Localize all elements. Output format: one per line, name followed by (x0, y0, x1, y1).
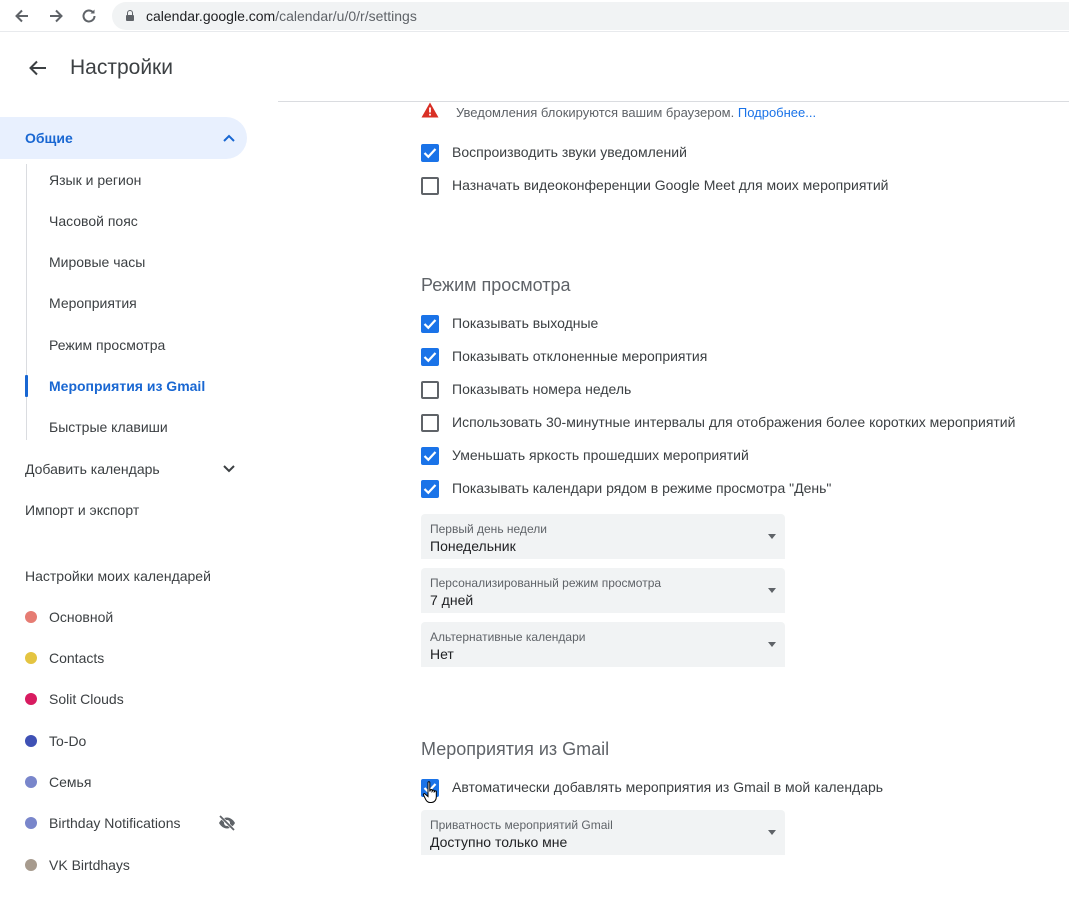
chevron-down-icon[interactable] (223, 465, 235, 473)
sidebar-item-import-export[interactable]: Импорт и экспорт (25, 502, 139, 518)
dropdown-arrow-icon (768, 642, 776, 647)
select-value: 7 дней (430, 592, 474, 608)
sidebar-item-world-clock[interactable]: Мировые часы (49, 254, 145, 270)
checkbox-label: Уменьшать яркость прошедших мероприятий (452, 447, 749, 463)
back-arrow-icon[interactable] (12, 6, 32, 26)
calendar-color-dot (25, 693, 37, 705)
learn-more-link[interactable]: Подробнее... (738, 105, 816, 120)
calendar-color-dot (25, 735, 37, 747)
select-label: Персонализированный режим просмотра (430, 576, 662, 590)
notification-warning: Уведомления блокируются вашим браузером.… (456, 105, 816, 120)
checkbox-checked[interactable] (421, 348, 439, 366)
dropdown-arrow-icon (768, 830, 776, 835)
sidebar-item-view-options[interactable]: Режим просмотра (49, 337, 165, 353)
checkbox-label: Воспроизводить звуки уведомлений (452, 144, 687, 160)
chevron-up-icon (223, 134, 235, 142)
calendar-color-dot (25, 817, 37, 829)
calendar-color-dot (25, 652, 37, 664)
warning-text: Уведомления блокируются вашим браузером. (456, 105, 735, 120)
sidebar-item-language-region[interactable]: Язык и регион (49, 172, 141, 188)
calendar-name: Solit Clouds (49, 691, 124, 707)
sidebar-item-add-calendar[interactable]: Добавить календарь (25, 461, 160, 477)
alternate-calendars-select[interactable]: Альтернативные календари Нет (421, 622, 785, 667)
checkbox-checked[interactable] (421, 447, 439, 465)
hand-cursor-icon (422, 781, 437, 803)
my-calendars-heading: Настройки моих календарей (25, 568, 211, 584)
calendar-name: Семья (49, 774, 92, 790)
sidebar-item-keyboard-shortcuts[interactable]: Быстрые клавиши (49, 419, 168, 435)
divider (26, 164, 27, 440)
divider (278, 101, 1069, 102)
checkbox-unchecked[interactable] (421, 414, 439, 432)
sidebar-item-gmail-events[interactable]: Мероприятия из Gmail (49, 378, 205, 394)
calendar-name: VK Birtdhays (49, 857, 130, 873)
calendar-color-dot (25, 776, 37, 788)
calendar-color-dot (25, 611, 37, 623)
checkbox-label: Использовать 30-минутные интервалы для о… (452, 414, 1016, 430)
select-value: Доступно только мне (430, 834, 568, 850)
gmail-privacy-select[interactable]: Приватность мероприятий Gmail Доступно т… (421, 810, 785, 855)
forward-arrow-icon[interactable] (46, 6, 66, 26)
checkbox-checked[interactable] (421, 144, 439, 162)
checkbox-label: Показывать календари рядом в режиме прос… (452, 480, 832, 496)
select-value: Нет (430, 646, 454, 662)
select-label: Альтернативные календари (430, 630, 586, 644)
sidebar-item-label: Общие (25, 130, 73, 146)
lock-icon (126, 10, 134, 21)
sidebar-item-time-zone[interactable]: Часовой пояс (49, 213, 138, 229)
calendar-name: To-Do (49, 733, 87, 749)
checkbox-label: Показывать номера недель (452, 381, 632, 397)
checkbox-unchecked[interactable] (421, 177, 439, 195)
browser-toolbar: calendar.google.com/calendar/u/0/r/setti… (0, 0, 1069, 32)
calendar-color-dot (25, 859, 37, 871)
sidebar-item-events[interactable]: Мероприятия (49, 295, 137, 311)
checkbox-unchecked[interactable] (421, 381, 439, 399)
address-bar[interactable]: calendar.google.com/calendar/u/0/r/setti… (112, 2, 1069, 30)
custom-view-select[interactable]: Персонализированный режим просмотра 7 дн… (421, 568, 785, 613)
calendar-name: Birthday Notifications (49, 815, 181, 831)
checkbox-label: Назначать видеоконференции Google Meet д… (452, 177, 889, 193)
warning-icon (421, 102, 439, 118)
checkbox-label: Автоматически добавлять мероприятия из G… (452, 779, 884, 795)
sidebar-item-general[interactable]: Общие (0, 117, 247, 159)
calendar-name: Contacts (49, 650, 105, 666)
checkbox-label: Показывать отклоненные мероприятия (452, 348, 708, 364)
select-value: Понедельник (430, 538, 516, 554)
back-arrow-icon[interactable] (26, 56, 50, 80)
url-text: calendar.google.com/calendar/u/0/r/setti… (146, 8, 417, 24)
checkbox-label: Показывать выходные (452, 315, 599, 331)
page-title: Настройки (70, 56, 173, 79)
calendar-name: Основной (49, 609, 114, 625)
section-title-view-options: Режим просмотра (421, 275, 571, 295)
active-indicator (25, 375, 28, 397)
select-label: Первый день недели (430, 522, 547, 536)
checkbox-checked[interactable] (421, 480, 439, 498)
select-label: Приватность мероприятий Gmail (430, 818, 613, 832)
first-day-select[interactable]: Первый день недели Понедельник (421, 514, 785, 559)
visibility-off-icon[interactable] (217, 815, 237, 831)
reload-icon[interactable] (79, 6, 99, 26)
dropdown-arrow-icon (768, 534, 776, 539)
checkbox-checked[interactable] (421, 315, 439, 333)
dropdown-arrow-icon (768, 588, 776, 593)
section-title-gmail-events: Мероприятия из Gmail (421, 739, 610, 759)
